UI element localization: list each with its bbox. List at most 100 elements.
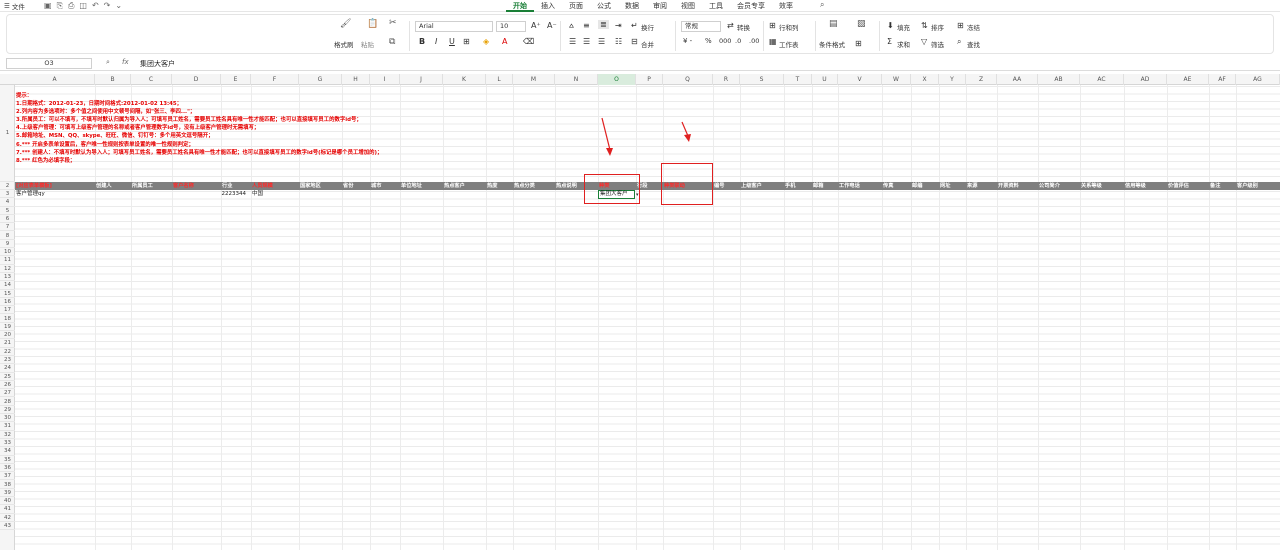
font-size-select[interactable]: 10 (496, 21, 526, 32)
currency-icon[interactable]: ¥ - (683, 37, 692, 45)
conditional-format-icon[interactable]: ▤ (829, 19, 838, 29)
row-header-9[interactable]: 9 (0, 240, 15, 249)
header-cell-ad[interactable]: 信用等级 (1124, 182, 1167, 190)
freeze-icon[interactable]: ⊞ (957, 21, 964, 30)
row-header-7[interactable]: 7 (0, 223, 15, 232)
number-format-select[interactable]: 常规 (681, 21, 721, 32)
tab-4[interactable]: 数据 (618, 0, 646, 12)
column-header-o[interactable]: O (598, 74, 636, 85)
conditional-format-button[interactable]: 条件格式 (819, 39, 845, 49)
save-icon[interactable]: ▣ (44, 1, 52, 11)
column-header-n[interactable]: N (555, 74, 598, 85)
fx-icon[interactable]: fx (122, 58, 129, 66)
tab-9[interactable]: 效率 (772, 0, 800, 12)
sum-icon[interactable]: Σ (887, 37, 892, 46)
header-cell-c[interactable]: 所属员工 (131, 182, 172, 190)
convert-icon[interactable]: ⇄ (727, 21, 734, 30)
row-header-20[interactable]: 20 (0, 331, 15, 340)
paste-button[interactable]: 粘贴 (361, 39, 374, 49)
row-header-27[interactable]: 27 (0, 389, 15, 398)
row-header-36[interactable]: 36 (0, 464, 15, 473)
decrease-font-icon[interactable]: A⁻ (547, 21, 557, 30)
header-cell-u[interactable]: 邮箱 (812, 182, 838, 190)
tab-2[interactable]: 页面 (562, 0, 590, 12)
tab-7[interactable]: 工具 (702, 0, 730, 12)
column-header-ad[interactable]: AD (1124, 74, 1167, 85)
header-cell-ae[interactable]: 价值评估 (1167, 182, 1209, 190)
header-cell-j[interactable]: 单位地址 (400, 182, 443, 190)
sum-button[interactable]: 求和 (897, 39, 910, 49)
row-header-32[interactable]: 32 (0, 431, 15, 439)
row-header-3[interactable]: 3 (0, 190, 15, 199)
merge-icon[interactable]: ⊟ (631, 37, 638, 46)
column-header-c[interactable]: C (131, 74, 172, 85)
thousands-icon[interactable]: 000 (719, 37, 731, 45)
align-bottom-icon[interactable]: ≣ (598, 20, 609, 29)
wrap-text-icon[interactable]: ↵ (631, 21, 638, 30)
find-button[interactable]: 查找 (967, 39, 980, 49)
align-middle-icon[interactable]: ≡ (583, 21, 590, 30)
row-header-2[interactable]: 2 (0, 182, 15, 190)
header-cell-t[interactable]: 手机 (784, 182, 812, 190)
rows-cols-icon[interactable]: ⊞ (769, 21, 776, 30)
column-header-a[interactable]: A (15, 74, 95, 85)
tab-1[interactable]: 插入 (534, 0, 562, 12)
find-icon[interactable]: ⌕ (957, 37, 961, 47)
decrease-decimal-icon[interactable]: .00 (749, 37, 759, 45)
row-header-42[interactable]: 42 (0, 514, 15, 522)
redo-icon[interactable]: ↷ (104, 1, 111, 11)
row-header-29[interactable]: 29 (0, 406, 15, 415)
column-header-b[interactable]: B (95, 74, 131, 85)
column-header-ae[interactable]: AE (1167, 74, 1209, 85)
increase-font-icon[interactable]: A⁺ (531, 21, 541, 30)
column-header-g[interactable]: G (299, 74, 342, 85)
row-header-14[interactable]: 14 (0, 281, 15, 290)
row-header-40[interactable]: 40 (0, 497, 15, 506)
filter-button[interactable]: 筛选 (931, 39, 944, 49)
row-header-31[interactable]: 31 (0, 422, 15, 431)
column-header-y[interactable]: Y (939, 74, 966, 85)
column-header-m[interactable]: M (513, 74, 555, 85)
column-header-i[interactable]: I (370, 74, 400, 85)
align-center-icon[interactable]: ☰ (583, 37, 590, 46)
search-icon[interactable]: ⌕ (820, 0, 824, 10)
header-cell-r[interactable]: 编号 (713, 182, 740, 190)
underline-icon[interactable]: U (449, 37, 455, 46)
convert-button[interactable]: 转换 (737, 22, 750, 32)
header-cell-m[interactable]: 热点分类 (513, 182, 555, 190)
align-right-icon[interactable]: ☰ (598, 37, 605, 46)
row-header-13[interactable]: 13 (0, 273, 15, 282)
row-header-39[interactable]: 39 (0, 489, 15, 498)
row-header-18[interactable]: 18 (0, 315, 15, 323)
cell-f3[interactable]: 中国 (252, 190, 263, 198)
cell-a3[interactable]: 客户管理qy (16, 190, 45, 198)
column-header-f[interactable]: F (251, 74, 299, 85)
worksheet-icon[interactable]: ▦ (769, 37, 777, 46)
header-cell-aa[interactable]: 开票资料 (997, 182, 1038, 190)
column-header-e[interactable]: E (221, 74, 251, 85)
preview-icon[interactable]: ◫ (79, 1, 87, 11)
row-header-1[interactable]: 1 (0, 85, 15, 182)
clear-format-icon[interactable]: ⌫ (523, 37, 534, 46)
export-icon[interactable]: ⎘ (57, 1, 63, 11)
row-header-21[interactable]: 21 (0, 339, 15, 348)
fill-icon[interactable]: ⬇ (887, 21, 894, 30)
header-cell-af[interactable]: 备注 (1209, 182, 1236, 190)
column-header-l[interactable]: L (486, 74, 513, 85)
column-header-h[interactable]: H (342, 74, 370, 85)
column-header-u[interactable]: U (812, 74, 838, 85)
column-header-k[interactable]: K (443, 74, 486, 85)
row-header-16[interactable]: 16 (0, 298, 15, 307)
italic-icon[interactable]: I (435, 37, 437, 46)
column-header-aa[interactable]: AA (997, 74, 1038, 85)
formula-input[interactable]: 集团大客户 (140, 59, 175, 69)
column-header-t[interactable]: T (784, 74, 812, 85)
increase-decimal-icon[interactable]: .0 (735, 37, 741, 45)
table-style-icon[interactable]: ⊞ (855, 39, 862, 48)
row-header-33[interactable]: 33 (0, 439, 15, 448)
indent-icon[interactable]: ⇥ (615, 21, 622, 30)
freeze-button[interactable]: 冻结 (967, 22, 980, 32)
tab-6[interactable]: 视图 (674, 0, 702, 12)
font-name-select[interactable]: Arial (415, 21, 493, 32)
row-header-30[interactable]: 30 (0, 414, 15, 423)
